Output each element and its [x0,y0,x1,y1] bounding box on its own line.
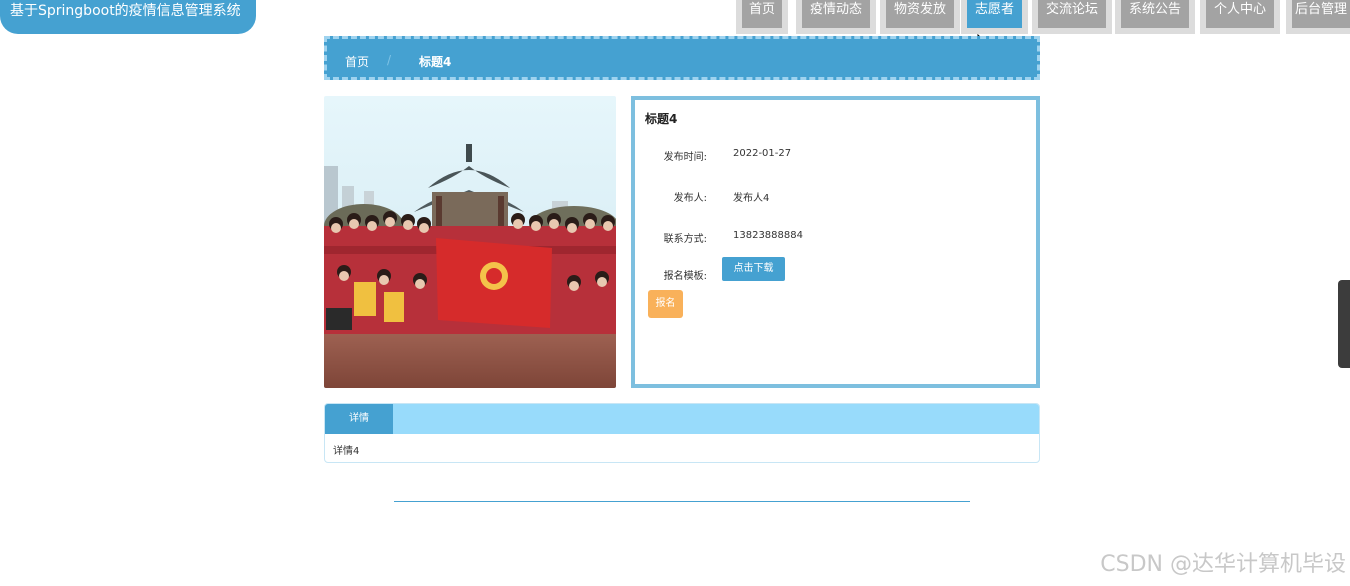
contact-value: 13823888884 [733,230,803,241]
tab-details[interactable]: 详情 [325,404,393,434]
download-template-button[interactable]: 点击下载 [722,257,785,281]
nav-item-label: 物资发放 [886,0,954,28]
breadcrumb-separator: / [387,53,392,67]
publisher-value: 发布人4 [733,193,770,204]
nav-item-volunteers[interactable]: 志愿者 [961,0,1028,34]
details-section: 详情 详情4 [324,403,1040,463]
details-content: 详情4 [333,446,360,457]
nav-item-announcements[interactable]: 系统公告 [1115,0,1195,34]
footer-divider [394,501,970,502]
nav-item-profile[interactable]: 个人中心 [1200,0,1280,34]
contact-label: 联系方式: [663,234,707,245]
details-tabbar: 详情 [325,404,1039,434]
nav-item-admin[interactable]: 后台管理 [1286,0,1350,34]
nav-item-forum[interactable]: 交流论坛 [1032,0,1112,34]
side-scroll-handle[interactable] [1338,280,1350,368]
watermark: CSDN @达华计算机毕设 [1100,552,1346,577]
publish-time-value: 2022-01-27 [733,148,792,159]
nav-item-label: 首页 [742,0,782,28]
breadcrumb-current: 标题4 [419,55,452,69]
volunteer-info-panel: 标题4 发布时间: 2022-01-27 发布人: 发布人4 联系方式: 138… [631,96,1040,388]
info-title: 标题4 [645,112,678,126]
nav-item-label: 个人中心 [1206,0,1274,28]
publish-time-label: 发布时间: [663,152,707,163]
nav-item-label: 交流论坛 [1038,0,1106,28]
nav-item-label: 志愿者 [967,0,1022,28]
nav-item-home[interactable]: 首页 [736,0,788,34]
template-label: 报名模板: [663,271,707,282]
nav-item-label: 系统公告 [1121,0,1189,28]
site-title: 基于Springboot的疫情信息管理系统 [0,0,256,34]
nav-item-label: 疫情动态 [802,0,870,28]
breadcrumb: 首页 / 标题4 [324,36,1040,80]
nav-item-label: 后台管理 [1292,0,1350,28]
publisher-label: 发布人: [673,193,707,204]
volunteer-group-photo [324,96,616,388]
breadcrumb-home-link[interactable]: 首页 [345,53,369,70]
nav-item-epidemic-news[interactable]: 疫情动态 [796,0,876,34]
signup-button[interactable]: 报名 [648,290,683,318]
nav-item-supplies[interactable]: 物资发放 [880,0,960,34]
